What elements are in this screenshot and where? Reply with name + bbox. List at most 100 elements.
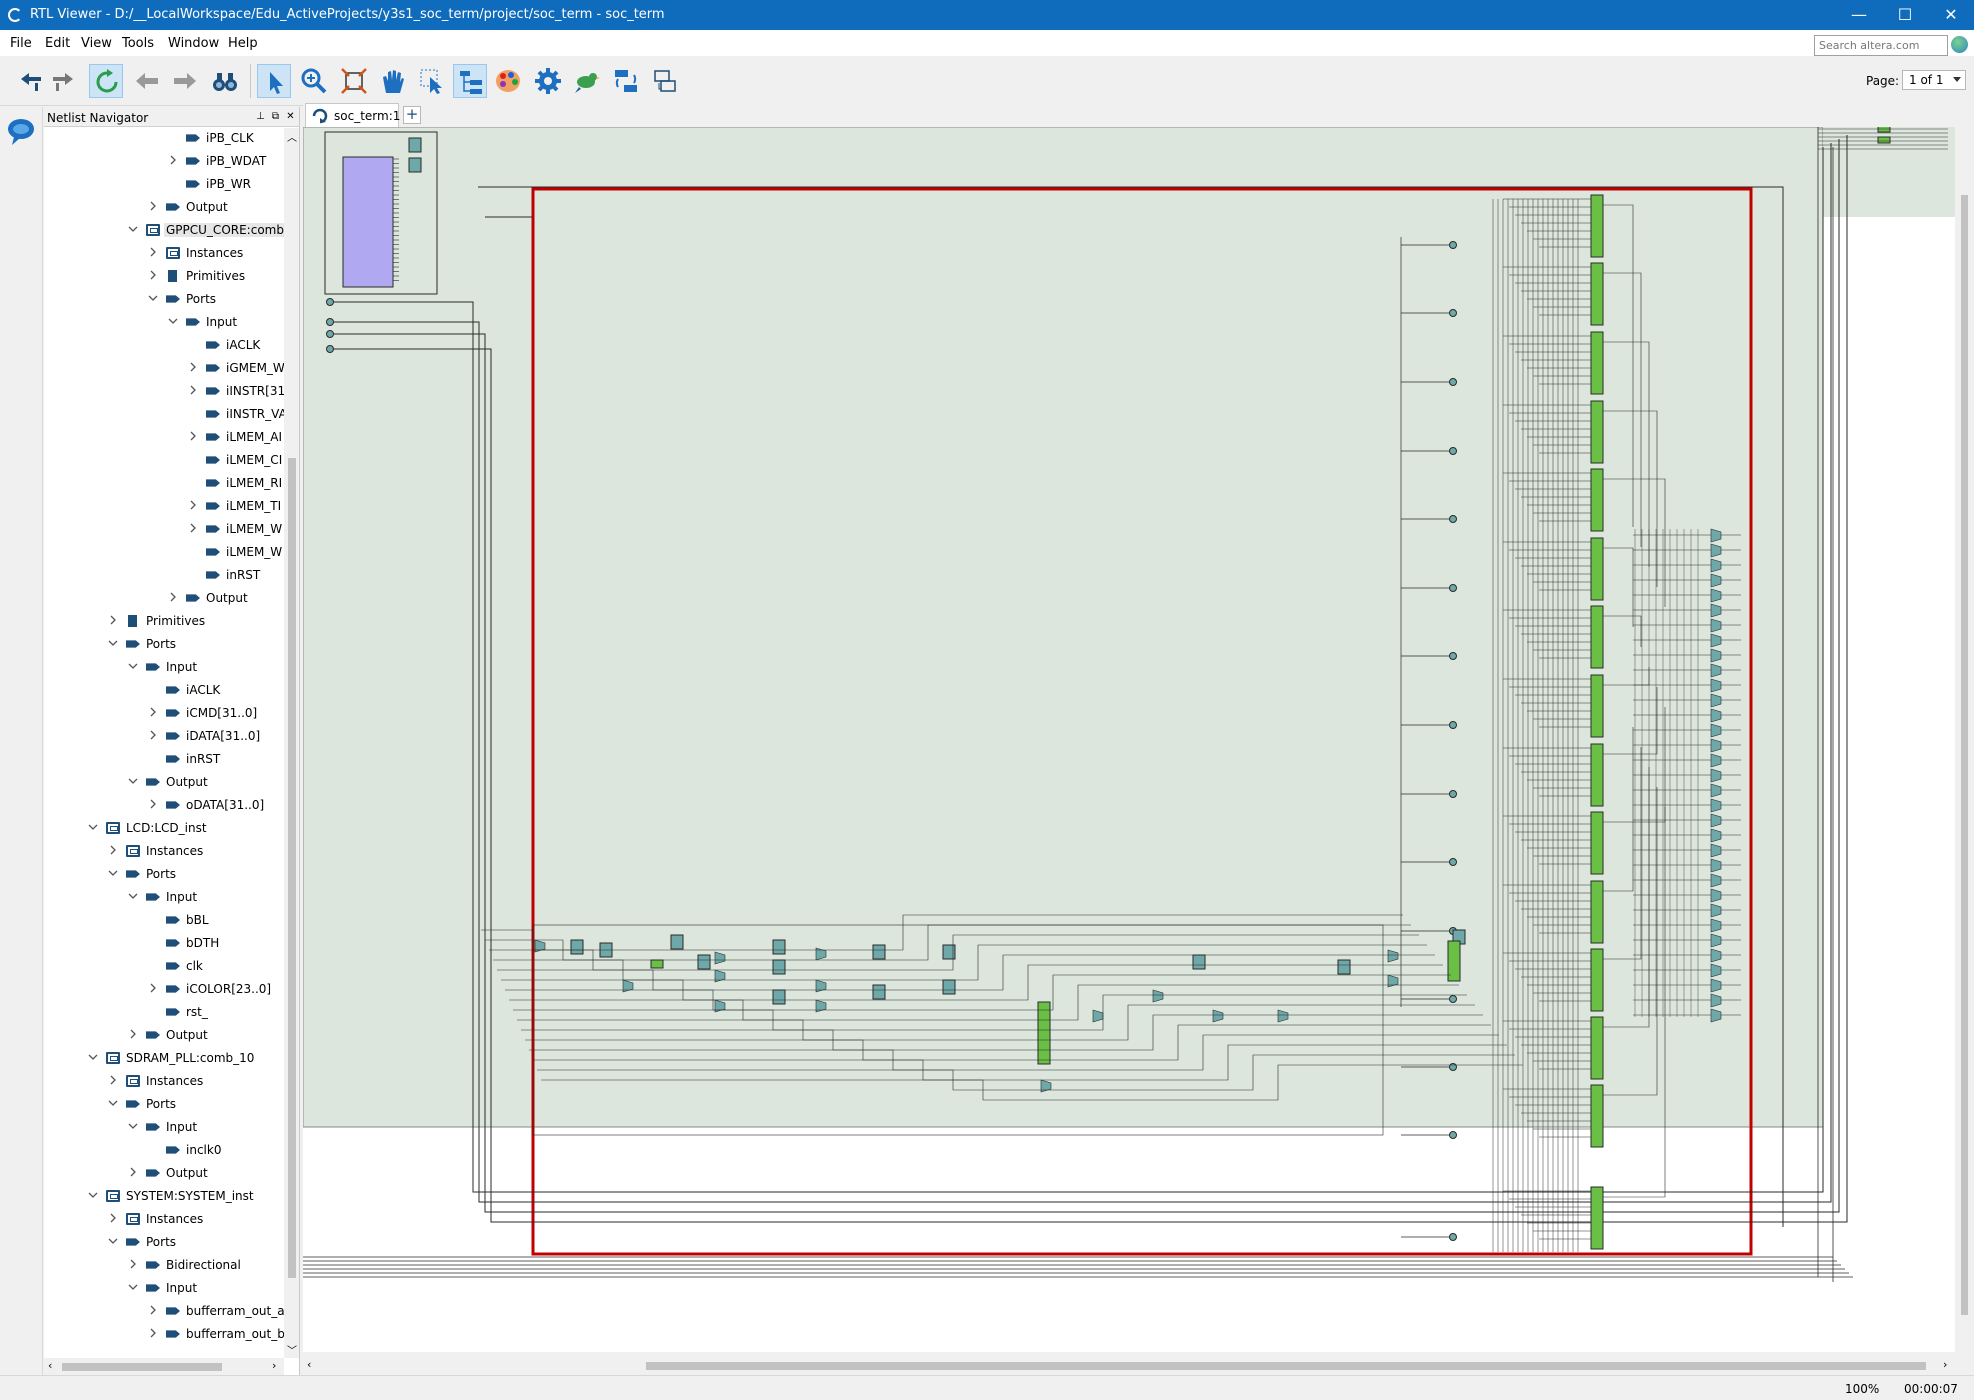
- tree-item[interactable]: Instances: [44, 841, 284, 861]
- tree-item[interactable]: SDRAM_PLL:comb_10: [44, 1048, 284, 1068]
- tree-item[interactable]: Instances: [44, 1071, 284, 1091]
- tree-item[interactable]: Output: [44, 772, 284, 792]
- chevron-down-icon[interactable]: [128, 1120, 138, 1132]
- menu-help[interactable]: Help: [228, 36, 258, 51]
- memory-block[interactable]: [1590, 605, 1604, 669]
- memory-block[interactable]: [1590, 262, 1604, 326]
- back-icon[interactable]: [130, 64, 164, 98]
- menu-view[interactable]: View: [81, 36, 112, 51]
- tree-item[interactable]: Input: [44, 312, 284, 332]
- memory-block[interactable]: [1590, 1084, 1604, 1148]
- tree-item[interactable]: bDTH: [44, 933, 284, 953]
- chevron-right-icon[interactable]: [148, 269, 158, 281]
- tree-item[interactable]: inRST: [44, 565, 284, 585]
- port-connector[interactable]: [1449, 1233, 1457, 1241]
- chevron-right-icon[interactable]: [148, 798, 158, 810]
- tree-item[interactable]: iINSTR[31: [44, 381, 284, 401]
- chevron-down-icon[interactable]: [108, 867, 118, 879]
- canvas-vertical-scrollbar[interactable]: [1955, 127, 1974, 1352]
- tree-item[interactable]: LCD:LCD_inst: [44, 818, 284, 838]
- chevron-right-icon[interactable]: [188, 430, 198, 442]
- port-connector[interactable]: [326, 318, 334, 326]
- chevron-down-icon[interactable]: [128, 890, 138, 902]
- port-connector[interactable]: [1449, 652, 1457, 660]
- tree-item[interactable]: iLMEM_RI: [44, 473, 284, 493]
- memory-block[interactable]: [1590, 1016, 1604, 1080]
- memory-block[interactable]: [1590, 880, 1604, 944]
- add-tab-button[interactable]: +: [403, 106, 421, 124]
- tree-item[interactable]: iDATA[31..0]: [44, 726, 284, 746]
- menu-window[interactable]: Window: [168, 36, 219, 51]
- tree-item[interactable]: bufferram_out_b: [44, 1324, 284, 1344]
- chevron-down-icon[interactable]: [148, 292, 158, 304]
- tree-item[interactable]: Ports: [44, 1232, 284, 1252]
- port-connector[interactable]: [326, 298, 334, 306]
- memory-block[interactable]: [1877, 136, 1891, 144]
- tree-item[interactable]: SYSTEM:SYSTEM_inst: [44, 1186, 284, 1206]
- memory-block[interactable]: [1590, 948, 1604, 1012]
- tree-item[interactable]: bufferram_out_ac: [44, 1301, 284, 1321]
- menu-file[interactable]: File: [10, 36, 32, 51]
- chevron-right-icon[interactable]: [148, 200, 158, 212]
- chevron-down-icon[interactable]: [88, 821, 98, 833]
- chevron-right-icon[interactable]: [148, 246, 158, 258]
- chevron-down-icon[interactable]: [128, 660, 138, 672]
- tree-item[interactable]: Output: [44, 588, 284, 608]
- tree-item[interactable]: Input: [44, 887, 284, 907]
- chevron-right-icon[interactable]: [168, 591, 178, 603]
- memory-instance[interactable]: [342, 156, 394, 288]
- tree-item[interactable]: oDATA[31..0]: [44, 795, 284, 815]
- binoculars-icon[interactable]: [208, 64, 242, 98]
- chevron-down-icon[interactable]: [108, 1235, 118, 1247]
- scroll-right-icon[interactable]: ›: [1943, 1358, 1947, 1371]
- scroll-right-icon[interactable]: ›: [272, 1359, 276, 1372]
- tree-item[interactable]: iCMD[31..0]: [44, 703, 284, 723]
- scroll-up-icon[interactable]: ︿: [287, 129, 297, 144]
- memory-block[interactable]: [1590, 674, 1604, 738]
- register[interactable]: [570, 939, 584, 955]
- scrollbar-thumb[interactable]: [288, 458, 296, 1278]
- tree-item[interactable]: GPPCU_CORE:comb_: [44, 220, 284, 240]
- register[interactable]: [872, 984, 886, 1000]
- chevron-right-icon[interactable]: [148, 706, 158, 718]
- memory-block[interactable]: [1590, 468, 1604, 532]
- tree-item[interactable]: iACLK: [44, 335, 284, 355]
- tree-item[interactable]: Output: [44, 1025, 284, 1045]
- pin-icon[interactable]: ⊥: [254, 110, 267, 123]
- scroll-down-icon[interactable]: ﹀: [287, 1342, 297, 1357]
- navigator-vertical-scrollbar[interactable]: ︿ ﹀: [284, 128, 299, 1358]
- register[interactable]: [872, 944, 886, 960]
- tree-item[interactable]: rst_: [44, 1002, 284, 1022]
- rtl-schematic[interactable]: [302, 125, 1955, 1352]
- tree-item[interactable]: iLMEM_W: [44, 542, 284, 562]
- export-icon[interactable]: [648, 64, 682, 98]
- register[interactable]: [697, 954, 711, 970]
- tree-item[interactable]: iLMEM_W: [44, 519, 284, 539]
- port-connector[interactable]: [326, 345, 334, 353]
- zoom-icon[interactable]: [297, 64, 331, 98]
- chevron-right-icon[interactable]: [128, 1258, 138, 1270]
- minimize-button[interactable]: —: [1836, 0, 1882, 30]
- register[interactable]: [942, 979, 956, 995]
- memory-block[interactable]: [650, 959, 664, 969]
- port-connector[interactable]: [1449, 309, 1457, 317]
- tree-item[interactable]: Ports: [44, 864, 284, 884]
- maximize-button[interactable]: ☐: [1882, 0, 1928, 30]
- port-connector[interactable]: [1449, 447, 1457, 455]
- area-select-icon[interactable]: [415, 64, 449, 98]
- scrollbar-thumb[interactable]: [1961, 195, 1968, 1315]
- tree-item[interactable]: Input: [44, 1278, 284, 1298]
- hand-icon[interactable]: [375, 64, 409, 98]
- register[interactable]: [772, 939, 786, 955]
- chevron-right-icon[interactable]: [188, 499, 198, 511]
- color-palette-icon[interactable]: [491, 64, 525, 98]
- chevron-right-icon[interactable]: [188, 522, 198, 534]
- tree-item[interactable]: iLMEM_TI: [44, 496, 284, 516]
- memory-block[interactable]: [1590, 1186, 1604, 1250]
- close-panel-icon[interactable]: ✕: [284, 110, 297, 123]
- chevron-right-icon[interactable]: [148, 729, 158, 741]
- scrollbar-thumb[interactable]: [646, 1362, 1926, 1370]
- tree-item[interactable]: iCOLOR[23..0]: [44, 979, 284, 999]
- close-button[interactable]: ✕: [1928, 0, 1974, 30]
- chevron-down-icon[interactable]: [128, 223, 138, 235]
